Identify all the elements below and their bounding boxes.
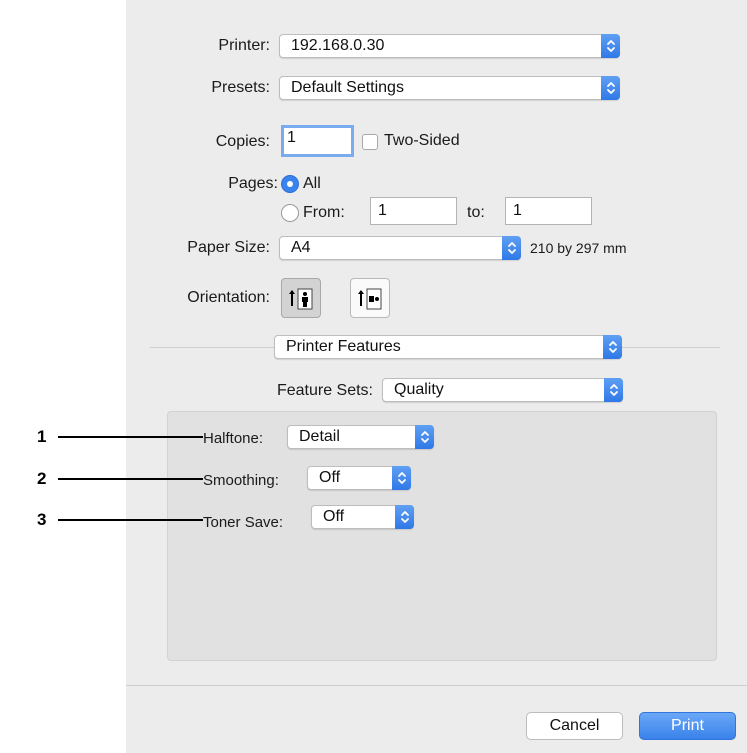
- pages-all-radio[interactable]: [281, 175, 299, 193]
- updown-chevron-icon: [392, 466, 411, 490]
- portrait-icon: [289, 288, 313, 310]
- pages-to-value: 1: [513, 202, 522, 219]
- bottom-separator: [126, 685, 747, 686]
- printer-popup[interactable]: 192.168.0.30: [279, 34, 620, 58]
- smoothing-popup[interactable]: Off: [307, 466, 411, 490]
- updown-chevron-icon: [502, 236, 521, 260]
- feature-sets-value: Quality: [394, 381, 444, 398]
- halftone-popup[interactable]: Detail: [287, 425, 434, 449]
- pages-all-label: All: [303, 175, 321, 192]
- landscape-icon: [358, 288, 382, 310]
- toner-save-label: Toner Save:: [203, 514, 284, 531]
- printer-label: Printer:: [218, 37, 270, 54]
- updown-chevron-icon: [604, 378, 623, 402]
- presets-label: Presets:: [211, 79, 270, 96]
- copies-field[interactable]: 1: [281, 125, 354, 157]
- paper-dimensions: 210 by 297 mm: [530, 240, 627, 256]
- feature-sets-label: Feature Sets:: [276, 382, 373, 399]
- features-pane: [167, 411, 717, 661]
- presets-value: Default Settings: [291, 79, 404, 96]
- pages-to-label: to:: [467, 204, 485, 221]
- updown-chevron-icon: [395, 505, 414, 529]
- paper-size-value: A4: [291, 239, 311, 256]
- portrait-orientation-button[interactable]: [281, 278, 321, 318]
- updown-chevron-icon: [603, 335, 622, 359]
- pages-from-field[interactable]: 1: [370, 197, 457, 225]
- pages-label: Pages:: [228, 175, 278, 192]
- halftone-label: Halftone:: [203, 430, 264, 447]
- copies-value: 1: [287, 129, 296, 146]
- section-popup[interactable]: Printer Features: [274, 335, 622, 359]
- pages-from-radio[interactable]: [281, 204, 299, 222]
- pages-from-label: From:: [303, 204, 345, 221]
- pages-to-field[interactable]: 1: [505, 197, 592, 225]
- callout-1: 1: [37, 427, 47, 446]
- two-sided-checkbox[interactable]: [362, 134, 378, 150]
- toner-save-popup[interactable]: Off: [311, 505, 414, 529]
- smoothing-label: Smoothing:: [203, 472, 279, 489]
- feature-sets-popup[interactable]: Quality: [382, 378, 623, 402]
- presets-popup[interactable]: Default Settings: [279, 76, 620, 100]
- updown-chevron-icon: [601, 34, 620, 58]
- paper-size-label: Paper Size:: [187, 239, 270, 256]
- orientation-label: Orientation:: [187, 289, 270, 306]
- callout-3: 3: [37, 510, 47, 529]
- two-sided-label: Two-Sided: [384, 132, 460, 149]
- updown-chevron-icon: [601, 76, 620, 100]
- paper-size-popup[interactable]: A4: [279, 236, 521, 260]
- toner-save-value: Off: [323, 508, 345, 525]
- printer-value: 192.168.0.30: [291, 37, 385, 54]
- pages-from-value: 1: [378, 202, 387, 219]
- smoothing-value: Off: [319, 469, 341, 486]
- callout-line-2: [58, 478, 203, 480]
- landscape-orientation-button[interactable]: [350, 278, 390, 318]
- copies-label: Copies:: [215, 133, 270, 150]
- callout-2: 2: [37, 469, 47, 488]
- callout-line-3: [58, 519, 203, 521]
- print-button[interactable]: Print: [639, 712, 736, 740]
- halftone-value: Detail: [299, 428, 340, 445]
- updown-chevron-icon: [415, 425, 434, 449]
- section-value: Printer Features: [286, 338, 401, 355]
- cancel-button[interactable]: Cancel: [526, 712, 623, 740]
- callout-line-1: [58, 436, 203, 438]
